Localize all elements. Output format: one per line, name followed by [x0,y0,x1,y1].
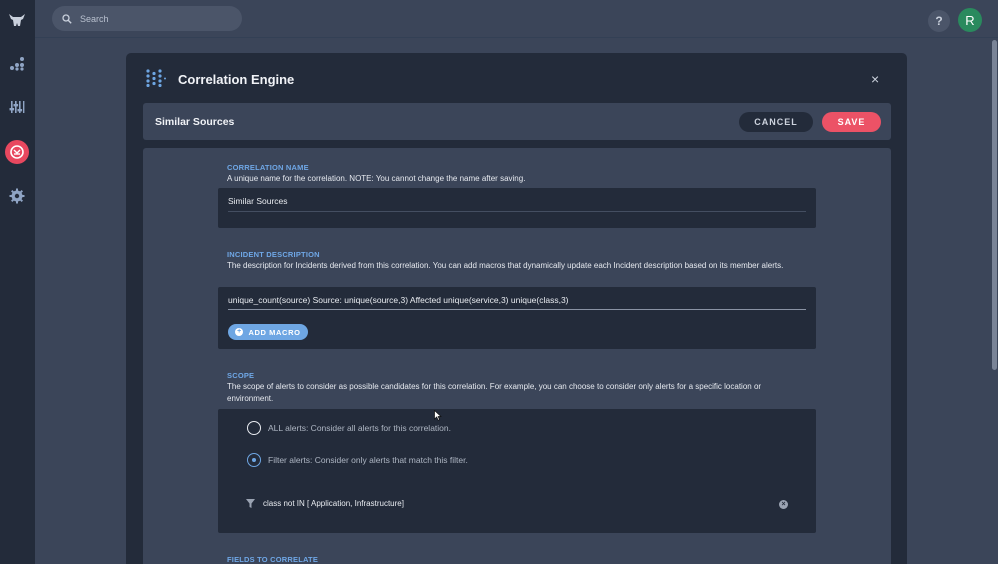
fields-to-correlate-label: FIELDS TO CORRELATE [227,555,319,564]
correlation-modal: Correlation Engine × Similar Sources CAN… [126,53,907,564]
radio-filter-alerts[interactable]: Filter alerts: Consider only alerts that… [247,453,468,467]
clear-icon[interactable]: × [779,500,788,509]
save-button[interactable]: SAVE [822,112,881,132]
funnel-icon [246,499,255,508]
subheader: Similar Sources CANCEL SAVE [143,103,891,140]
scope-panel: ALL alerts: Consider all alerts for this… [218,409,816,533]
bull-logo-icon[interactable] [6,9,28,31]
incident-description-field[interactable]: unique_count(source) Source: unique(sour… [228,295,569,305]
correlation-title: Similar Sources [155,116,235,128]
correlation-name-field[interactable]: Similar Sources [228,196,288,206]
help-button[interactable]: ? [928,10,950,32]
scope-label: SCOPE [227,371,255,380]
incident-description-label: INCIDENT DESCRIPTION [227,250,320,259]
logo-dots-icon [146,69,166,87]
field-underline [228,211,806,212]
radio-button-selected[interactable] [247,453,261,467]
correlation-icon[interactable] [6,141,28,163]
incident-description-panel: unique_count(source) Source: unique(sour… [218,287,816,349]
add-macro-button[interactable]: + ADD MACRO [228,324,308,340]
field-underline [228,309,806,310]
correlation-name-label: CORRELATION NAME [227,163,309,172]
add-macro-label: ADD MACRO [248,327,301,337]
search-box[interactable] [52,6,242,31]
search-icon [62,13,72,24]
correlation-name-panel: Similar Sources [218,188,816,228]
chart-icon[interactable] [6,52,28,74]
radio-label: Filter alerts: Consider only alerts that… [268,455,468,465]
radio-all-alerts[interactable]: ALL alerts: Consider all alerts for this… [247,421,451,435]
scope-description: The scope of alerts to consider as possi… [227,382,762,403]
filter-row[interactable]: class not IN [ Application, Infrastructu… [246,499,404,508]
left-rail [0,0,35,564]
mouse-cursor-icon [434,410,442,421]
cancel-button[interactable]: CANCEL [739,112,813,132]
top-bar: ? R [35,0,998,38]
incident-description-text: The description for Incidents derived fr… [227,261,784,270]
close-icon[interactable]: × [871,71,879,87]
filter-expression[interactable]: class not IN [ Application, Infrastructu… [263,499,404,508]
modal-header: Correlation Engine × [126,53,907,101]
modal-title: Correlation Engine [178,72,295,87]
search-input[interactable] [80,13,230,24]
sliders-icon[interactable] [6,96,28,118]
radio-button[interactable] [247,421,261,435]
avatar[interactable]: R [958,8,982,32]
scrollbar[interactable] [992,40,997,370]
correlation-name-description: A unique name for the correlation. NOTE:… [227,174,526,183]
gear-icon[interactable] [6,185,28,207]
form-content: CORRELATION NAME A unique name for the c… [143,148,891,564]
plus-icon: + [235,328,244,336]
radio-label: ALL alerts: Consider all alerts for this… [268,423,451,433]
